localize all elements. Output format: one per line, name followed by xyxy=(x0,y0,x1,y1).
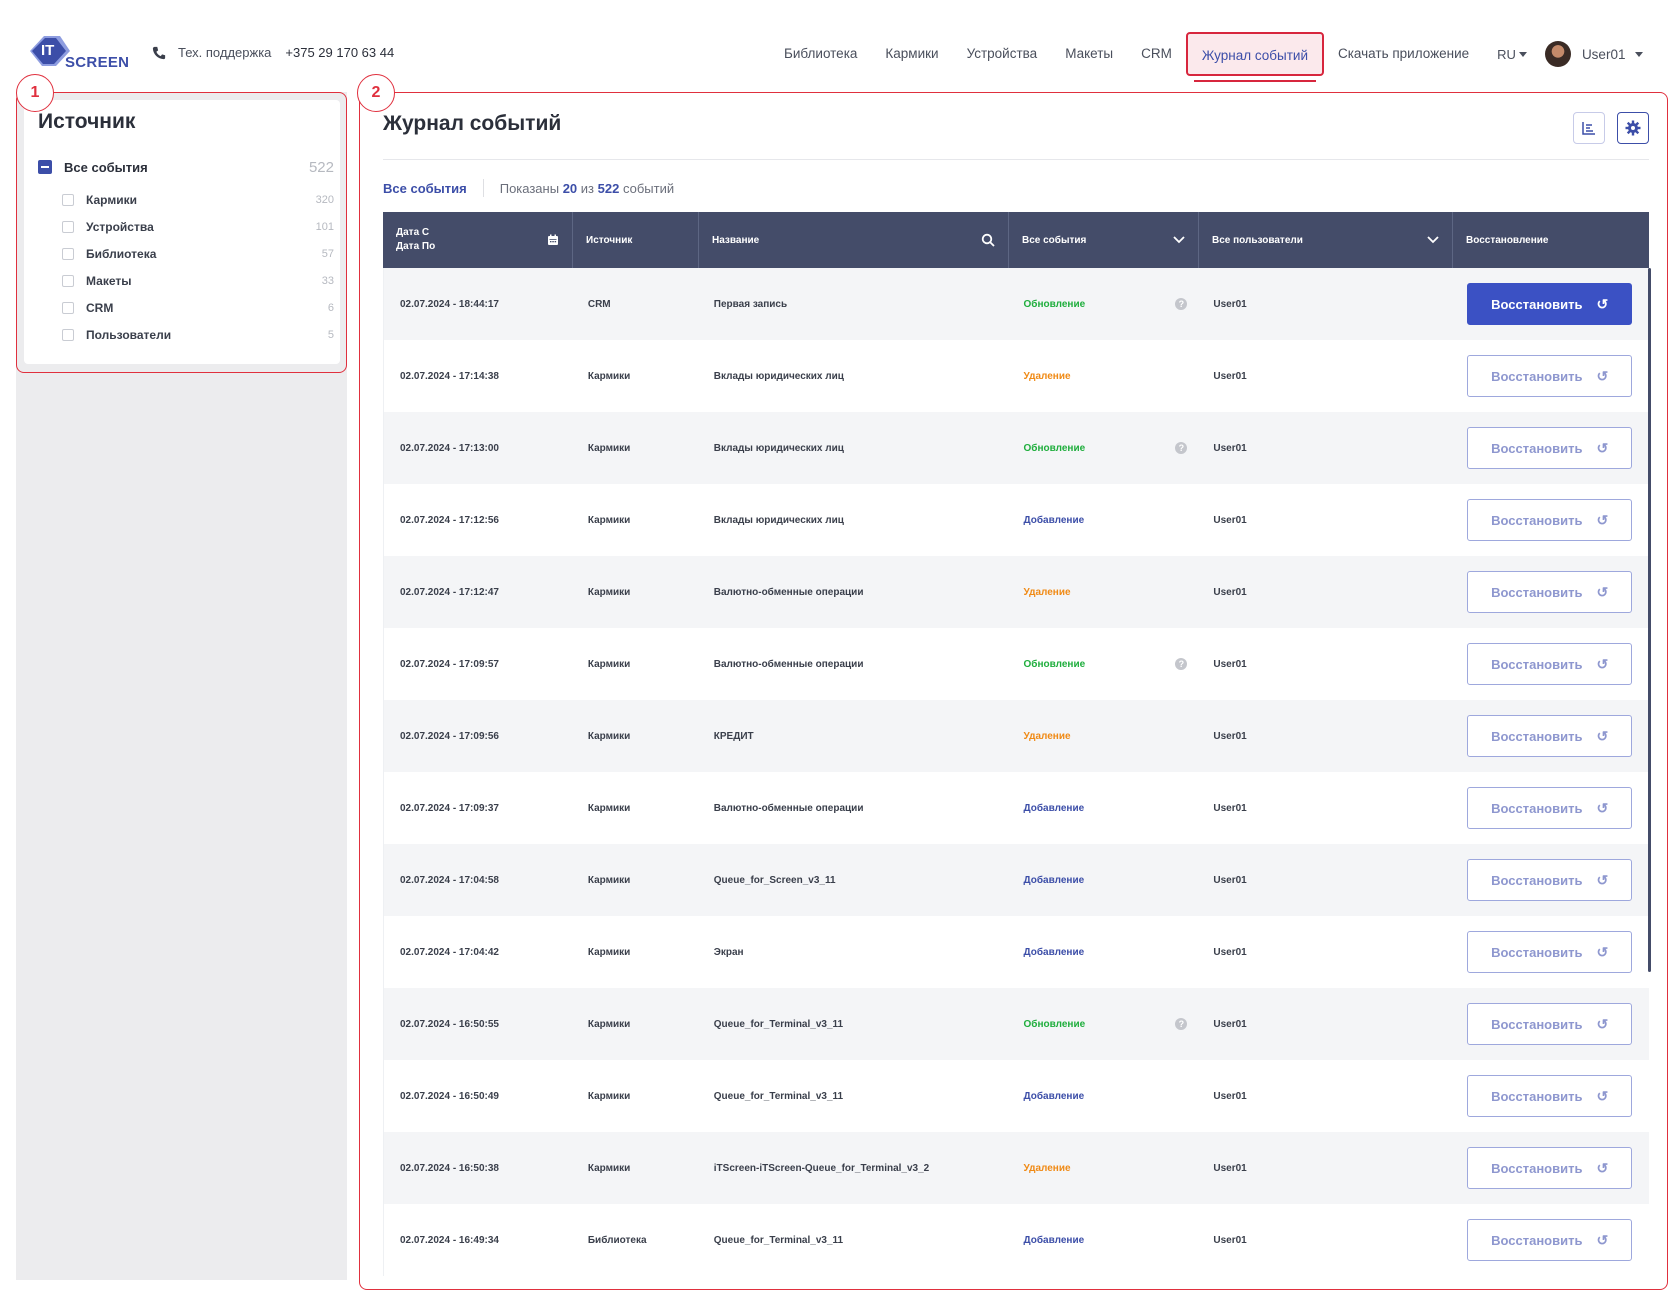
phone-icon xyxy=(152,46,166,59)
main-nav: Библиотека Кармики Устройства Макеты CRM… xyxy=(770,32,1644,82)
nav-download-app[interactable]: Скачать приложение xyxy=(1324,32,1483,76)
nav-crm[interactable]: CRM xyxy=(1127,32,1186,76)
nav-devices[interactable]: Устройства xyxy=(953,32,1052,76)
nav-karmiki[interactable]: Кармики xyxy=(871,32,952,76)
annotation-badge-2: 2 xyxy=(357,74,395,112)
support-label: Тех. поддержка xyxy=(178,45,272,60)
logo-screen-text: SCREEN xyxy=(65,54,130,71)
user-menu[interactable]: User01 xyxy=(1541,41,1644,67)
nav-event-log[interactable]: Журнал событий xyxy=(1185,32,1324,82)
language-selector[interactable]: RU xyxy=(1483,47,1541,62)
nav-library[interactable]: Библиотека xyxy=(770,32,871,76)
caret-down-icon xyxy=(1635,51,1644,57)
annotation-frame-source xyxy=(16,92,347,373)
logo-it-text: IT xyxy=(41,42,55,59)
caret-down-icon xyxy=(1518,51,1527,57)
annotation-badge-1: 1 xyxy=(16,74,54,112)
top-header: IT SCREEN Тех. поддержка +375 29 170 63 … xyxy=(0,0,1678,90)
language-label: RU xyxy=(1497,46,1516,62)
avatar xyxy=(1544,41,1571,67)
user-name: User01 xyxy=(1581,46,1626,62)
support-phone[interactable]: +375 29 170 63 44 xyxy=(285,45,394,60)
itscreen-logo[interactable]: IT SCREEN xyxy=(30,32,130,74)
support-info: Тех. поддержка +375 29 170 63 44 xyxy=(152,45,394,60)
nav-layouts[interactable]: Макеты xyxy=(1051,32,1127,76)
annotation-frame-event-log xyxy=(359,92,1668,1290)
